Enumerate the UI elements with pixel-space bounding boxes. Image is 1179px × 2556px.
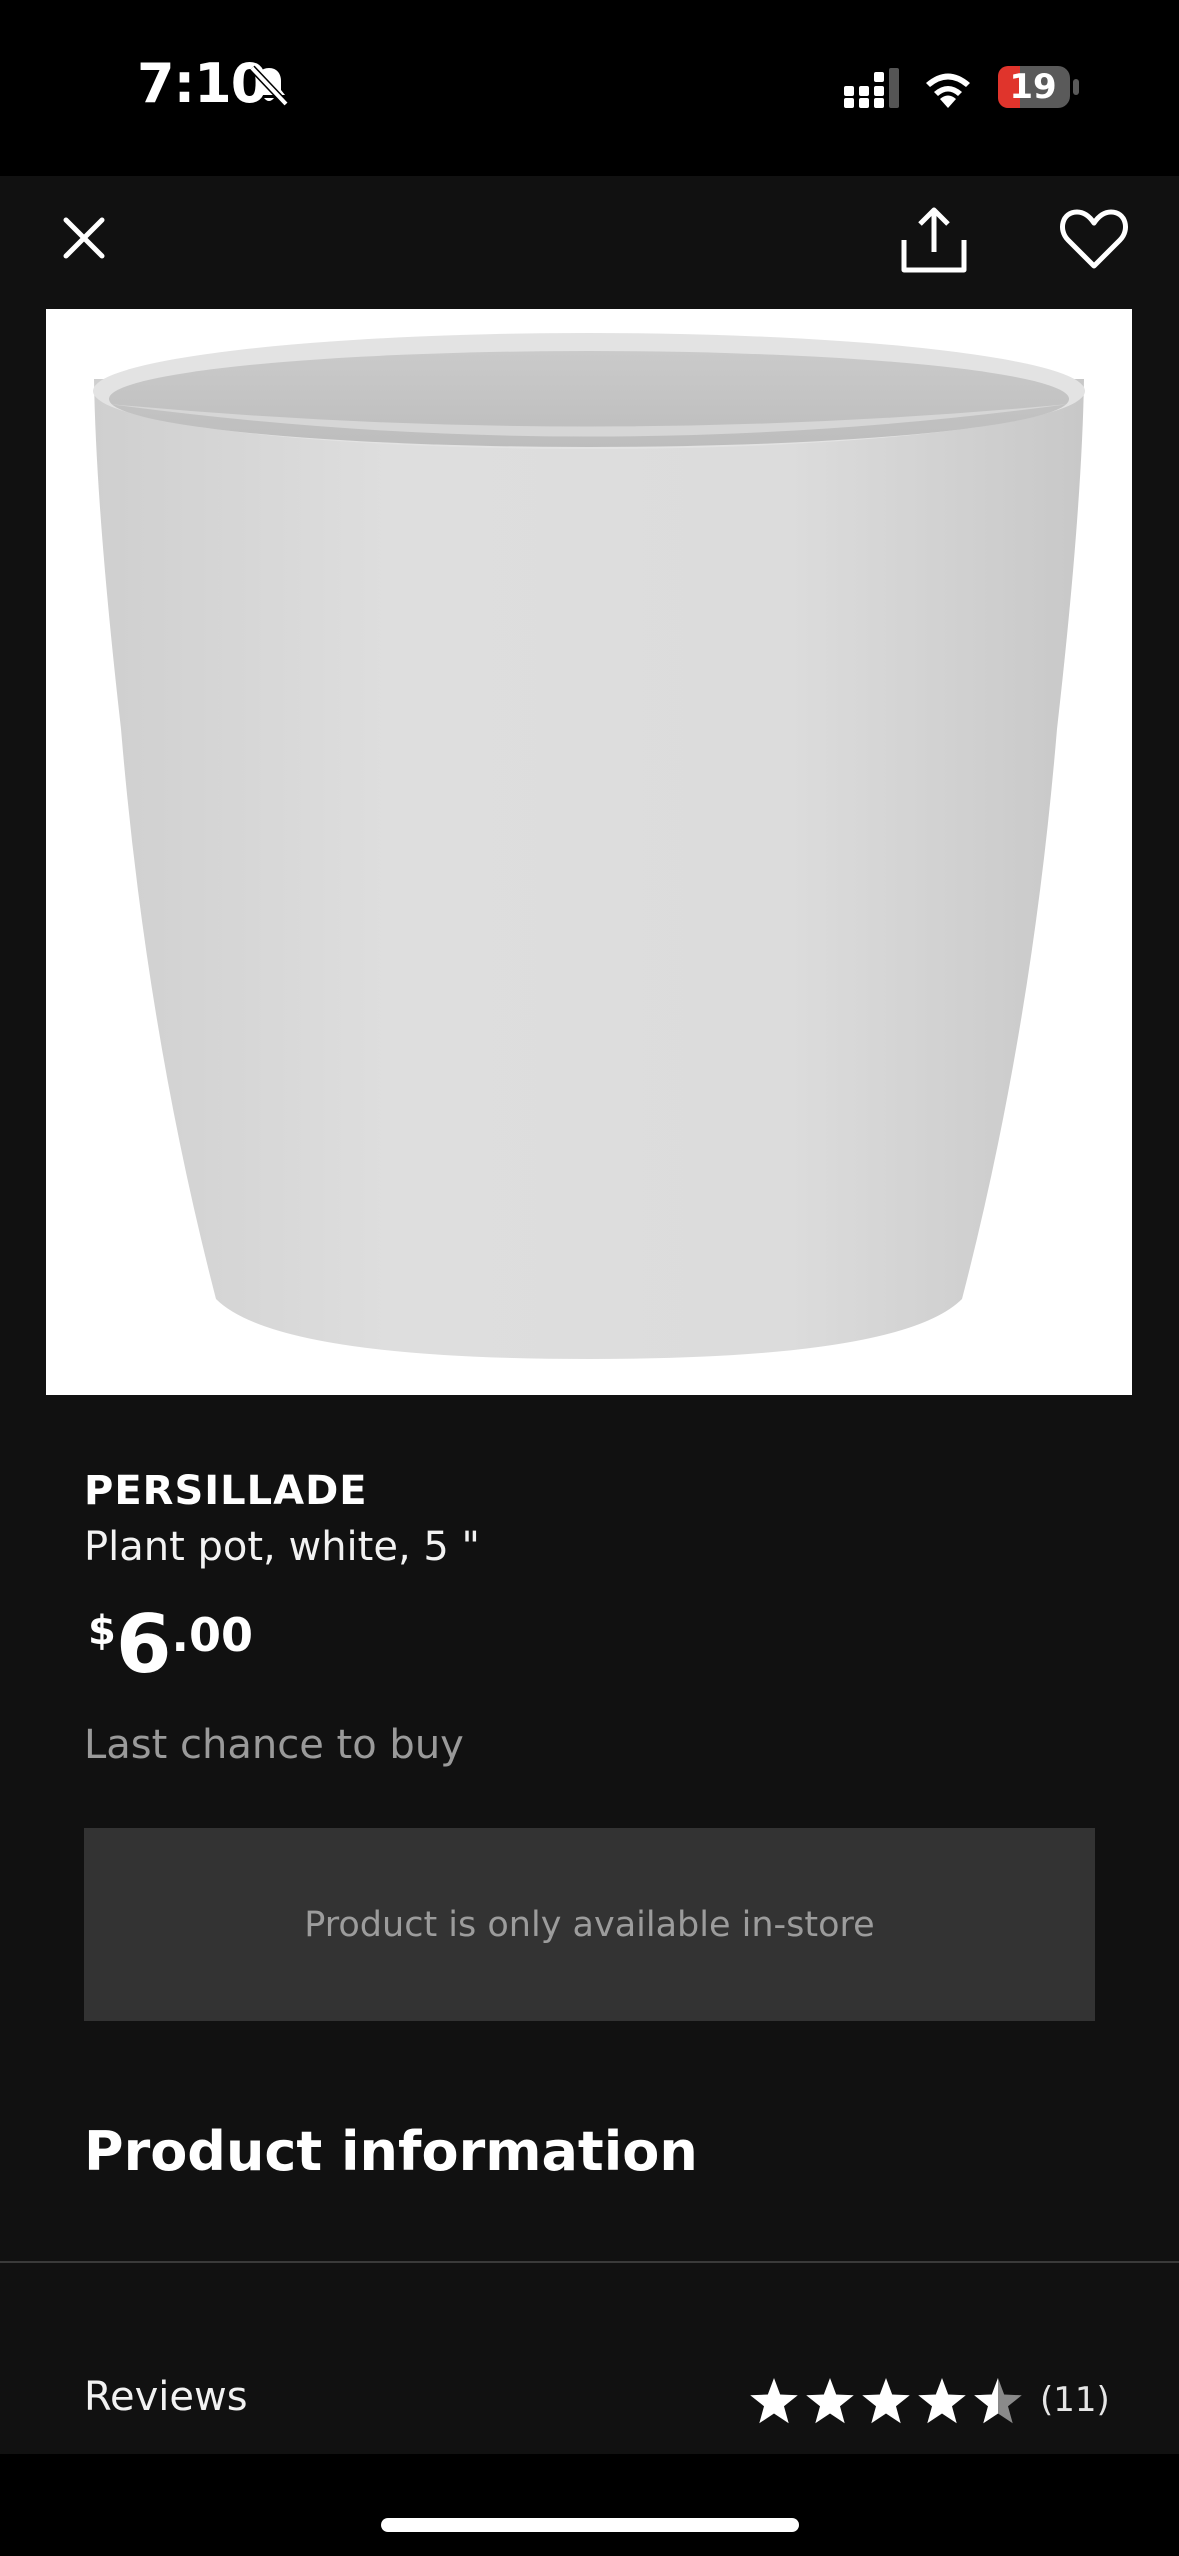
reviews-row[interactable]: Reviews (11) (0, 2350, 1179, 2454)
star-icon (918, 2378, 966, 2424)
price-fraction: .00 (171, 1608, 254, 1662)
product-image[interactable] (46, 309, 1132, 1395)
cellular-signal-icon (844, 68, 899, 108)
product-description: Plant pot, white, 5 " (84, 1524, 480, 1570)
battery-level-text: 19 (1009, 67, 1057, 107)
wifi-icon (926, 73, 970, 108)
price-whole: 6 (115, 1598, 172, 1691)
rating-stars (750, 2378, 1022, 2424)
star-icon (974, 2378, 1022, 2424)
share-icon[interactable] (890, 200, 978, 280)
instore-only-banner: Product is only available in-store (84, 1828, 1095, 2021)
heart-icon[interactable] (1056, 200, 1132, 276)
star-icon (862, 2378, 910, 2424)
close-icon[interactable] (46, 200, 122, 276)
price-currency: $ (88, 1608, 116, 1654)
instore-only-text: Product is only available in-store (304, 1904, 875, 1945)
reviews-label: Reviews (84, 2374, 248, 2420)
plant-pot-image (93, 333, 1085, 1359)
product-name: PERSILLADE (84, 1468, 368, 1514)
section-divider (0, 2261, 1179, 2263)
star-icon (806, 2378, 854, 2424)
product-price: $6.00 (88, 1600, 253, 1690)
bell-muted-icon (249, 65, 289, 107)
star-icon (750, 2378, 798, 2424)
home-area (0, 2454, 1179, 2556)
reviews-count: (11) (1040, 2380, 1110, 2420)
availability-note: Last chance to buy (84, 1722, 464, 1768)
product-information-heading[interactable]: Product information (84, 2120, 698, 2183)
home-indicator[interactable] (381, 2518, 799, 2532)
